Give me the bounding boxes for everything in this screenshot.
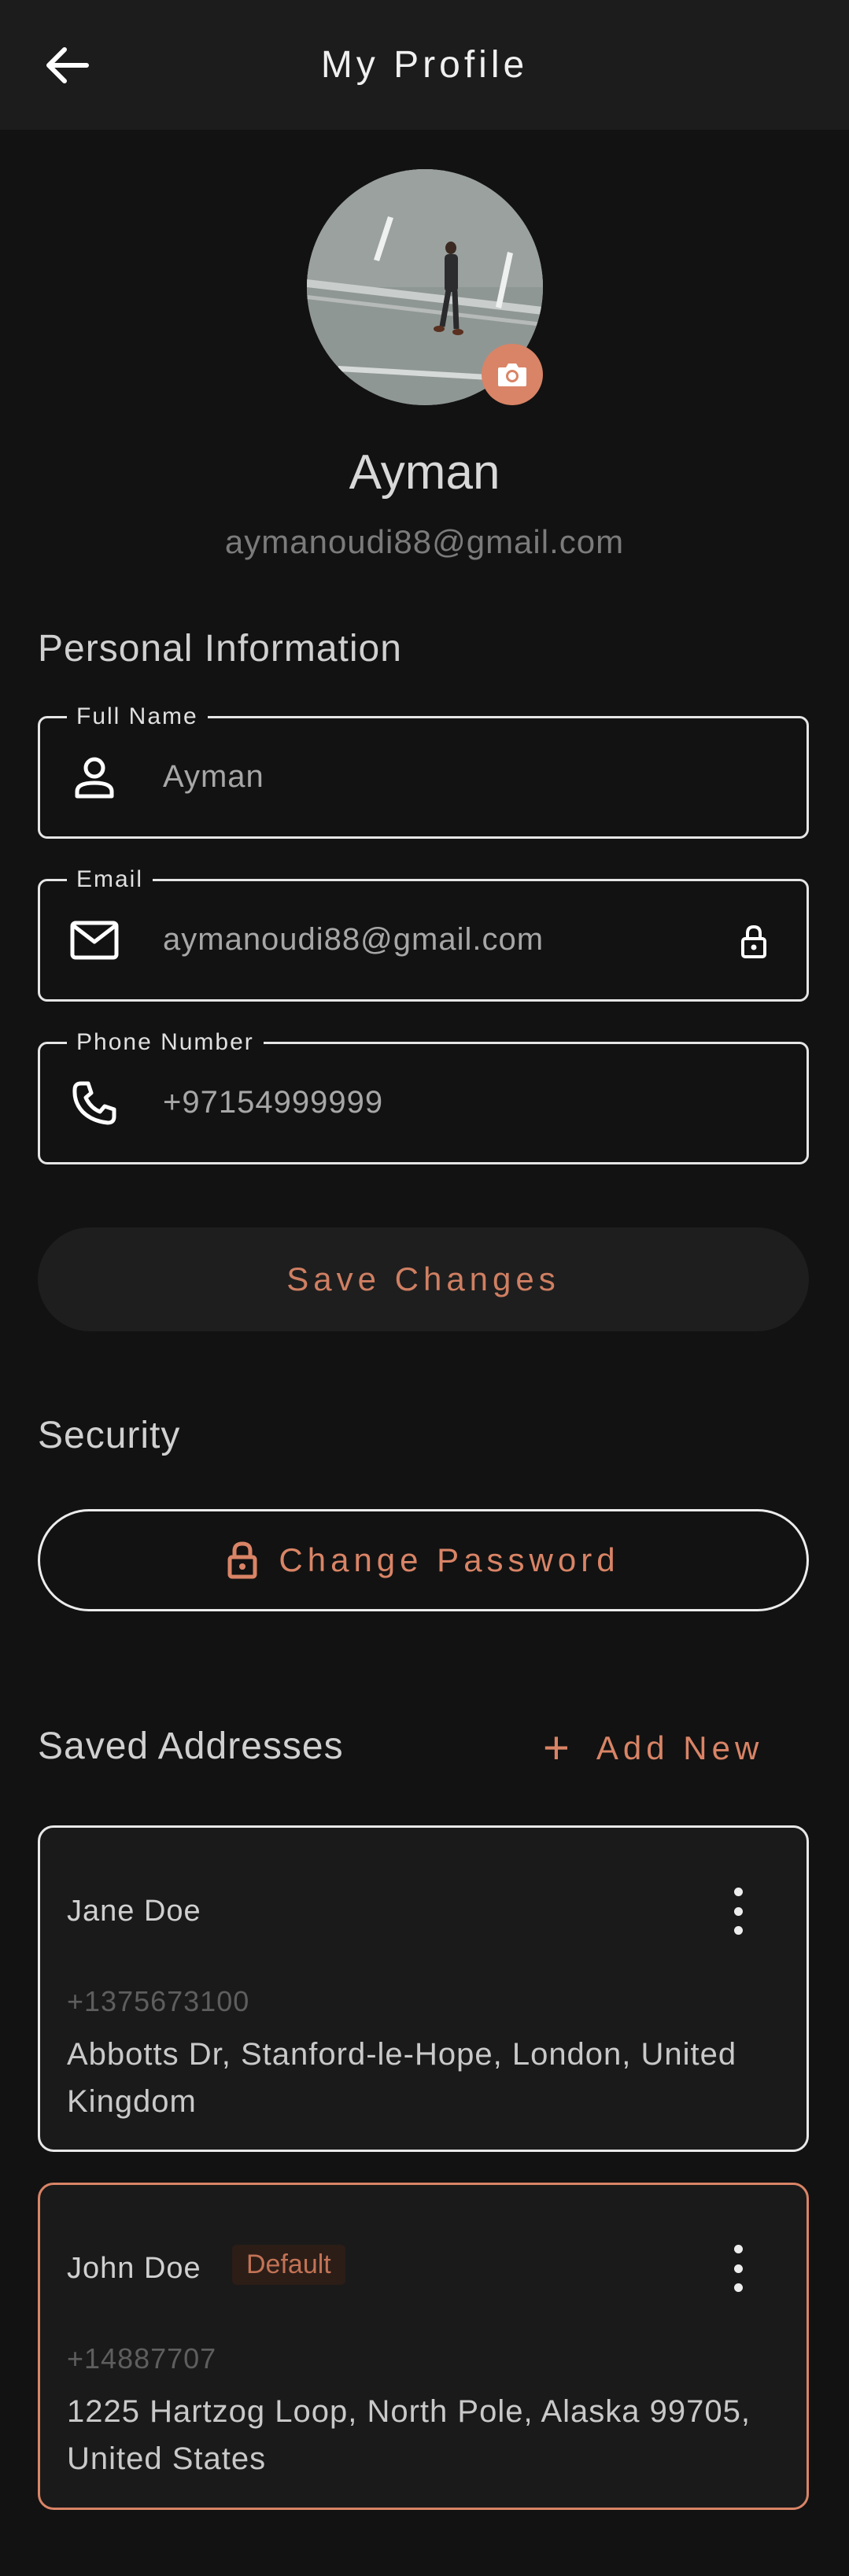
saved-addresses-heading: Saved Addresses (38, 1725, 344, 1767)
add-new-label: Add New (596, 1729, 764, 1766)
email-field[interactable]: Email aymanoudi88@gmail.com (38, 866, 809, 1002)
lock-icon (227, 1541, 258, 1580)
default-badge: Default (232, 2245, 345, 2285)
address-text: Abbotts Dr, Stanford-le-Hope, London, Un… (67, 2037, 737, 2119)
address-name: John Doe (67, 2252, 201, 2285)
address-name: Jane Doe (67, 1895, 201, 1928)
change-password-label: Change Password (279, 1541, 620, 1578)
lock-icon (736, 922, 772, 961)
more-options-icon[interactable] (726, 1888, 750, 1935)
save-changes-button[interactable]: Save Changes (38, 1227, 809, 1331)
full-name-value: Ayman (163, 759, 264, 794)
personal-info-heading: Personal Information (38, 628, 402, 670)
full-name-field[interactable]: Full Name Ayman (38, 703, 809, 839)
address-phone: +1375673100 (67, 1985, 250, 2017)
email-label: Email (67, 866, 153, 893)
full-name-label: Full Name (67, 703, 208, 730)
phone-field[interactable]: Phone Number +97154999999 (38, 1029, 809, 1164)
camera-icon (498, 364, 526, 386)
address-text: 1225 Hartzog Loop, North Pole, Alaska 99… (67, 2394, 751, 2476)
phone-label: Phone Number (67, 1029, 264, 1056)
mail-icon (70, 916, 119, 965)
phone-value: +97154999999 (163, 1085, 384, 1120)
avatar-container (307, 169, 543, 405)
app-bar: My Profile (0, 0, 849, 130)
phone-icon (70, 1079, 119, 1127)
security-heading: Security (38, 1415, 181, 1456)
add-new-address-button[interactable]: + Add New (543, 1725, 763, 1772)
more-options-icon[interactable] (726, 2245, 750, 2292)
profile-email: aymanoudi88@gmail.com (224, 523, 625, 560)
plus-icon: + (543, 1722, 570, 1773)
person-icon (70, 753, 119, 802)
address-card[interactable]: Jane Doe +1375673100 Abbotts Dr, Stanfor… (38, 1825, 809, 2152)
address-phone: +14887707 (67, 2342, 217, 2375)
address-card-default[interactable]: John Doe Default +14887707 1225 Hartzog … (38, 2183, 809, 2510)
change-photo-button[interactable] (482, 344, 543, 405)
email-value: aymanoudi88@gmail.com (163, 922, 544, 957)
change-password-button[interactable]: Change Password (38, 1509, 809, 1611)
page-title: My Profile (320, 44, 529, 86)
profile-name: Ayman (349, 445, 500, 500)
